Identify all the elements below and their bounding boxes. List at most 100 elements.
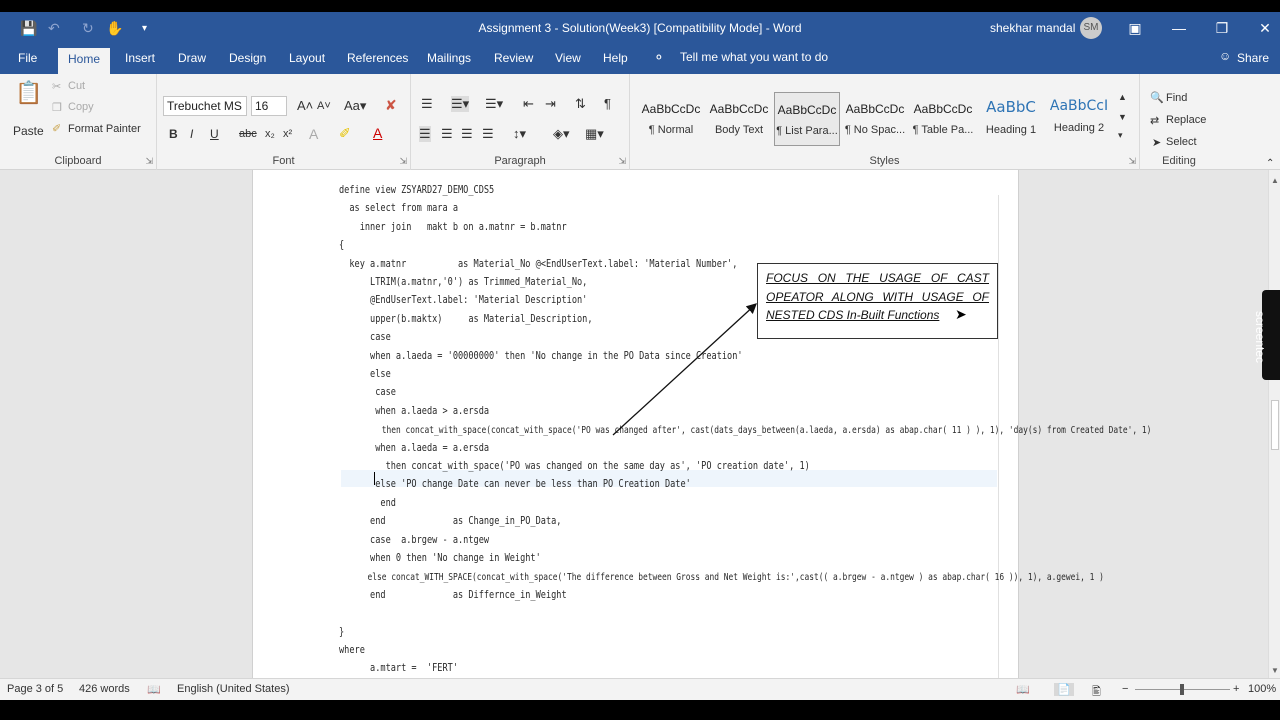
decrease-indent-icon[interactable]: ⇤ xyxy=(523,96,534,112)
save-icon[interactable]: 💾 xyxy=(20,20,37,37)
tell-me-search[interactable]: Tell me what you want to do xyxy=(680,50,828,64)
select-button[interactable]: Select xyxy=(1166,136,1197,148)
shrink-font-icon[interactable]: A˅ xyxy=(317,100,331,112)
style-list-paragraph[interactable]: AaBbCcDc ¶ List Para... xyxy=(774,92,840,146)
tab-draw[interactable]: Draw xyxy=(178,51,206,65)
replace-button[interactable]: Replace xyxy=(1166,114,1206,126)
justify-icon[interactable]: ☰ xyxy=(482,126,494,142)
font-size-select[interactable]: 16 xyxy=(251,96,287,116)
tab-layout[interactable]: Layout xyxy=(289,51,325,65)
scroll-down-icon[interactable]: ▼ xyxy=(1271,666,1279,675)
tab-help[interactable]: Help xyxy=(603,51,628,65)
dialog-launcher-icon[interactable]: ⇲ xyxy=(618,156,626,167)
align-center-icon[interactable]: ☰ xyxy=(441,126,453,142)
language[interactable]: English (United States) xyxy=(177,683,290,695)
grow-font-icon[interactable]: A˄ xyxy=(297,98,313,113)
customize-qat-icon[interactable]: ▾ xyxy=(142,23,147,34)
touch-mode-icon[interactable]: ✋ xyxy=(106,20,123,37)
style-table-paragraph[interactable]: AaBbCcDc ¶ Table Pa... xyxy=(910,92,976,146)
select-icon[interactable]: ➤ xyxy=(1152,136,1161,149)
subscript-icon[interactable]: x₂ xyxy=(265,128,275,140)
restore-button[interactable]: ❐ xyxy=(1207,18,1237,38)
underline-icon[interactable]: U xyxy=(210,127,219,141)
styles-more-icon[interactable]: ▾ xyxy=(1118,130,1123,141)
tab-insert[interactable]: Insert xyxy=(125,51,155,65)
change-case-icon[interactable]: Aa▾ xyxy=(344,98,366,114)
align-left-icon[interactable]: ☰ xyxy=(419,126,431,142)
screen-recorder-badge[interactable]: screentec xyxy=(1253,290,1280,380)
highlight-icon[interactable]: ✐ xyxy=(339,125,351,142)
show-marks-icon[interactable]: ¶ xyxy=(604,96,611,111)
word-count[interactable]: 426 words xyxy=(79,683,130,695)
zoom-level[interactable]: 100% xyxy=(1248,683,1276,695)
clear-formatting-icon[interactable]: ✘ xyxy=(385,97,397,114)
collapse-ribbon-icon[interactable]: ⌃ xyxy=(1266,158,1274,169)
style-normal[interactable]: AaBbCcDc ¶ Normal xyxy=(638,92,704,146)
borders-icon[interactable]: ▦▾ xyxy=(585,126,604,142)
page-count[interactable]: Page 3 of 5 xyxy=(7,683,63,695)
increase-indent-icon[interactable]: ⇥ xyxy=(545,96,556,112)
replace-icon[interactable]: ⇄ xyxy=(1150,114,1159,127)
tab-view[interactable]: View xyxy=(555,51,581,65)
text-effects-icon[interactable]: A xyxy=(309,126,318,142)
style-heading-2[interactable]: AaBbCcI Heading 2 xyxy=(1046,92,1112,146)
style-body-text[interactable]: AaBbCcDc Body Text xyxy=(706,92,772,146)
format-painter-button[interactable]: Format Painter xyxy=(68,123,141,135)
zoom-in-icon[interactable]: + xyxy=(1233,683,1239,695)
scroll-up-icon[interactable]: ▲ xyxy=(1271,176,1279,185)
callout-box[interactable]: FOCUS ON THE USAGE OF CAST OPEATOR ALONG… xyxy=(757,263,998,339)
print-layout-icon[interactable]: 📄 xyxy=(1054,683,1074,696)
align-right-icon[interactable]: ☰ xyxy=(461,126,473,142)
strikethrough-icon[interactable]: abc xyxy=(239,128,257,140)
read-mode-icon[interactable]: 📖 xyxy=(1016,683,1030,696)
sort-icon[interactable]: ⇅ xyxy=(575,96,586,112)
line-spacing-icon[interactable]: ↕▾ xyxy=(513,126,526,142)
cut-button[interactable]: Cut xyxy=(68,80,85,92)
paste-icon[interactable]: 📋 xyxy=(15,80,42,106)
styles-scroll-down-icon[interactable]: ▼ xyxy=(1118,112,1127,122)
redo-icon[interactable]: ↻ xyxy=(82,20,94,37)
tab-references[interactable]: References xyxy=(347,51,408,65)
shading-icon[interactable]: ◈▾ xyxy=(553,126,570,142)
font-family-select[interactable]: Trebuchet MS xyxy=(163,96,247,116)
document-page[interactable]: define view ZSYARD27_DEMO_CDS5 as select… xyxy=(252,170,1151,678)
bold-icon[interactable]: B xyxy=(169,127,178,141)
web-layout-icon[interactable]: 🖺 xyxy=(1092,683,1101,700)
numbering-icon[interactable]: ☰▾ xyxy=(451,96,470,112)
bullets-icon[interactable]: ☰ xyxy=(421,96,433,112)
dialog-launcher-icon[interactable]: ⇲ xyxy=(399,156,407,167)
tab-review[interactable]: Review xyxy=(494,51,533,65)
style-no-spacing[interactable]: AaBbCcDc ¶ No Spac... xyxy=(842,92,908,146)
dialog-launcher-icon[interactable]: ⇲ xyxy=(1128,156,1136,167)
user-name[interactable]: shekhar mandal xyxy=(990,21,1075,35)
italic-icon[interactable]: I xyxy=(190,127,193,141)
minimize-button[interactable]: — xyxy=(1164,18,1194,38)
copy-icon[interactable]: ❐ xyxy=(52,101,62,114)
paste-button[interactable]: Paste xyxy=(13,124,44,138)
copy-button[interactable]: Copy xyxy=(68,101,94,113)
find-icon[interactable]: 🔍 xyxy=(1150,91,1164,104)
tab-home[interactable]: Home xyxy=(58,48,111,74)
find-button[interactable]: Find xyxy=(1166,92,1187,104)
multilevel-list-icon[interactable]: ☰▾ xyxy=(485,96,503,112)
zoom-out-icon[interactable]: − xyxy=(1122,683,1128,695)
undo-icon[interactable]: ↶ xyxy=(48,20,60,37)
proofing-icon[interactable]: 📖 xyxy=(147,683,161,696)
zoom-slider-thumb[interactable] xyxy=(1180,684,1184,695)
share-button[interactable]: Share xyxy=(1237,51,1269,65)
tab-mailings[interactable]: Mailings xyxy=(427,51,471,65)
tab-file[interactable]: File xyxy=(18,51,37,65)
tab-design[interactable]: Design xyxy=(229,51,266,65)
avatar[interactable]: SM xyxy=(1080,17,1102,39)
cut-icon[interactable]: ✂ xyxy=(52,80,61,93)
close-button[interactable]: ✕ xyxy=(1250,18,1280,38)
dialog-launcher-icon[interactable]: ⇲ xyxy=(145,156,153,167)
font-color-icon[interactable]: A xyxy=(373,125,382,141)
styles-scroll-up-icon[interactable]: ▲ xyxy=(1118,92,1127,102)
brush-icon[interactable]: ✐ xyxy=(52,122,61,135)
superscript-icon[interactable]: x² xyxy=(283,128,292,140)
vertical-scrollbar[interactable]: ▲ ▼ xyxy=(1268,170,1280,678)
ribbon-display-icon[interactable]: ▣ xyxy=(1120,18,1150,38)
style-heading-1[interactable]: AaBbC Heading 1 xyxy=(978,92,1044,146)
scroll-thumb[interactable] xyxy=(1271,400,1279,450)
